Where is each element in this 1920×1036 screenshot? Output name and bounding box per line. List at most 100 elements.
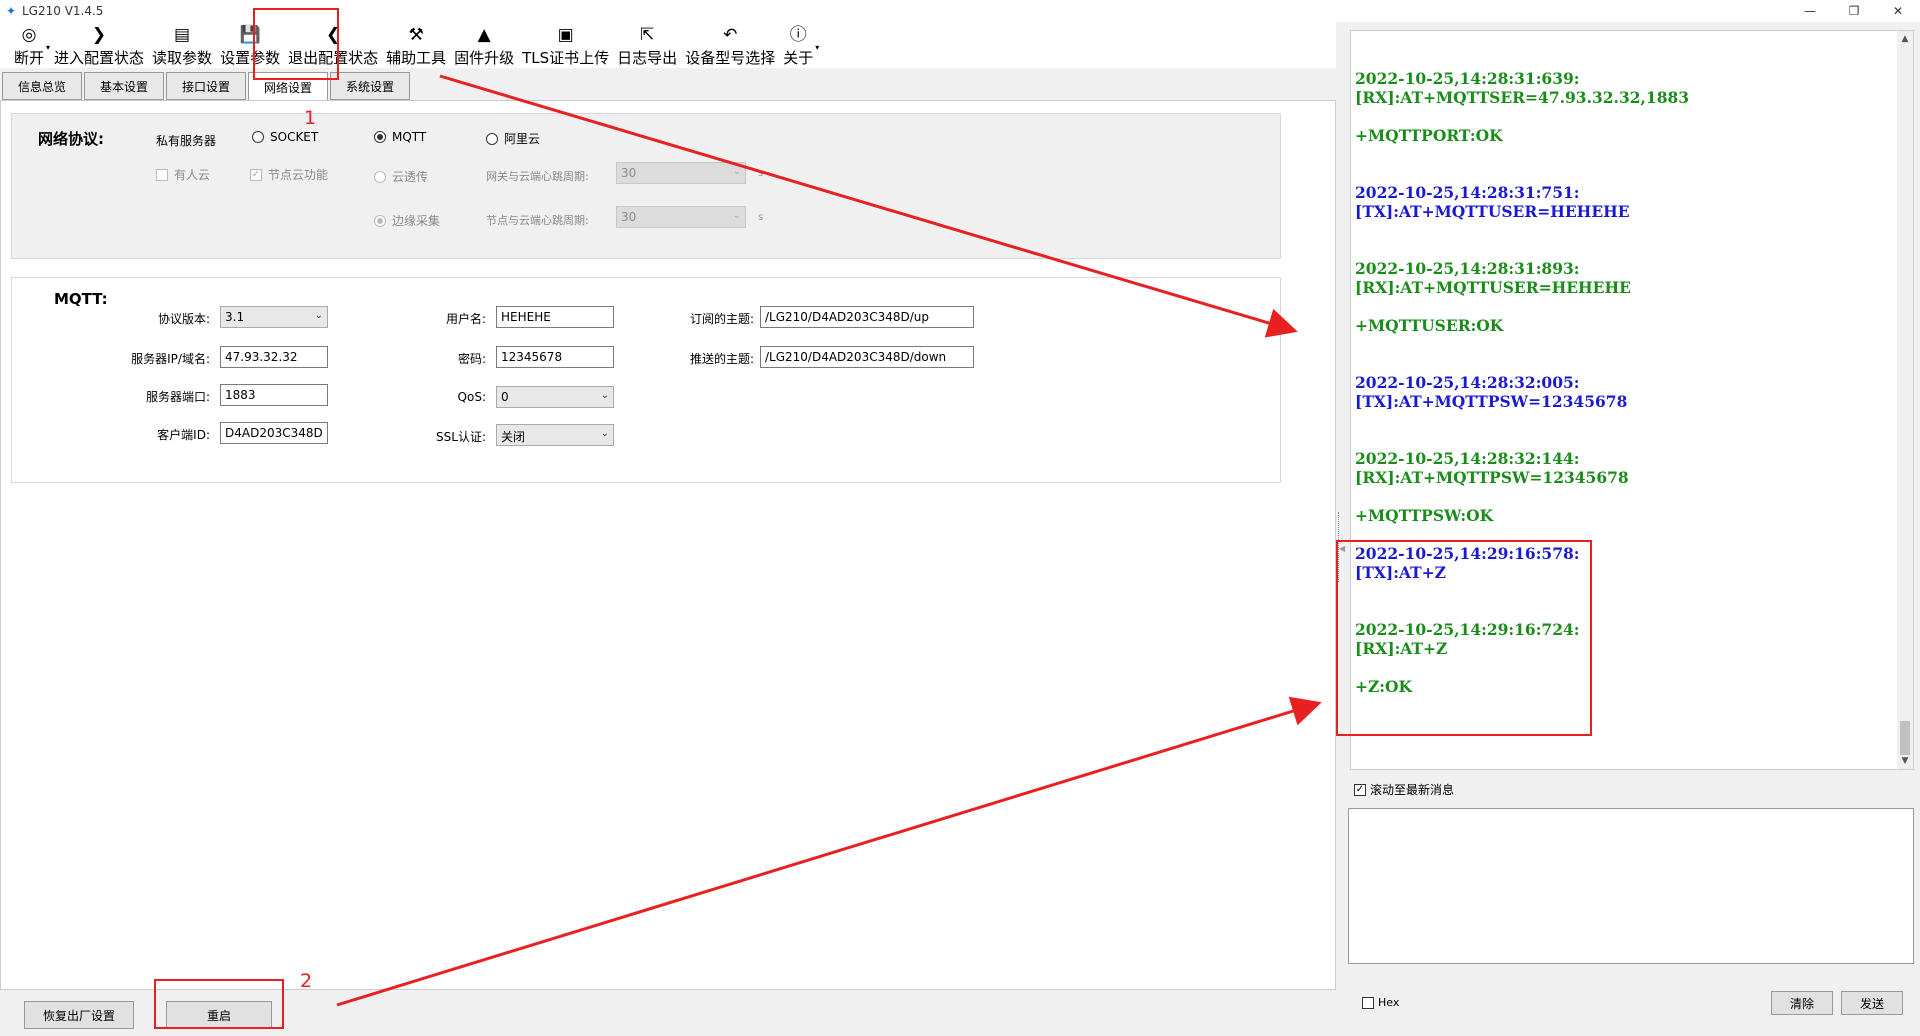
subscribe-topic-label: 订阅的主题: — [689, 312, 754, 326]
server-address-label: 服务器IP/域名: — [131, 352, 210, 366]
autoscroll-box: ✓ — [1354, 783, 1366, 796]
mqtt-label: MQTT — [392, 130, 427, 144]
log-timestamp: 2022-10-25,14:28:32:005: — [1355, 373, 1580, 392]
publish-topic-input[interactable]: /LG210/D4AD203C348D/down — [760, 346, 974, 368]
tools-label: 辅助工具 — [386, 49, 447, 67]
mqtt-radio[interactable]: MQTT — [374, 130, 426, 144]
client-id-input[interactable]: D4AD203C348D — [220, 422, 328, 444]
node-heartbeat-unit: s — [758, 212, 764, 223]
password-value: 12345678 — [501, 350, 563, 364]
log-entry: 2022-10-25,14:28:31:893: [RX]:AT+MQTTUSE… — [1355, 259, 1895, 335]
autoscroll-label: 滚动至最新消息 — [1370, 783, 1455, 797]
log-message: [RX]:AT+MQTTUSER=HEHEHE — [1355, 278, 1631, 297]
tab-basic-settings[interactable]: 基本设置 — [84, 72, 164, 100]
mqtt-title: MQTT: — [54, 290, 108, 308]
client-id-label: 客户端ID: — [157, 428, 210, 442]
about-button[interactable]: ⓘ 关于 — [779, 22, 817, 68]
annotation-box-set-params — [253, 8, 339, 80]
log-scrollbar[interactable]: ▲ ▼ — [1897, 31, 1913, 769]
password-input[interactable]: 12345678 — [496, 346, 614, 368]
socket-radio[interactable]: SOCKET — [252, 130, 318, 144]
close-icon[interactable]: ✕ — [1876, 0, 1920, 22]
edge-collect-radio[interactable]: 边缘采集 — [374, 212, 440, 229]
scroll-thumb[interactable] — [1900, 721, 1910, 755]
firmware-upgrade-button[interactable]: ▲ 固件升级 — [450, 22, 518, 68]
log-response: +MQTTPORT:OK — [1355, 126, 1503, 145]
youren-cloud-box — [156, 168, 168, 181]
chevron-down-icon: ⌄ — [732, 210, 741, 221]
subscribe-topic-input[interactable]: /LG210/D4AD203C348D/up — [760, 306, 974, 328]
youren-cloud-checkbox[interactable]: 有人云 — [156, 166, 210, 183]
hex-checkbox[interactable]: Hex — [1362, 996, 1399, 1009]
disconnect-button[interactable]: ◎ 断开 — [10, 22, 48, 68]
node-heartbeat-value: 30 — [621, 210, 637, 224]
send-button[interactable]: 发送 — [1841, 991, 1903, 1015]
app-icon: ✦ — [5, 4, 17, 18]
annotation-label-2: 2 — [300, 970, 313, 992]
node-cloud-checkbox[interactable]: ✓ 节点云功能 — [250, 166, 328, 183]
ssl-select[interactable]: 关闭 ⌄ — [496, 424, 614, 446]
node-heartbeat-select[interactable]: 30 ⌄ — [616, 206, 746, 228]
log-message: [TX]:AT+MQTTUSER=HEHEHE — [1355, 202, 1630, 221]
server-port-input[interactable]: 1883 — [220, 384, 328, 406]
tab-bar: 信息总览 基本设置 接口设置 网络设置 系统设置 — [2, 72, 412, 102]
gateway-heartbeat-value: 30 — [621, 166, 637, 180]
tools-button[interactable]: ⚒ 辅助工具 — [382, 22, 450, 68]
minimize-icon[interactable]: — — [1788, 0, 1832, 22]
protocol-version-select[interactable]: 3.1 ⌄ — [220, 306, 328, 328]
enter-config-button[interactable]: ❯ 进入配置状态 — [50, 22, 148, 68]
certificate-icon: ▣ — [557, 25, 574, 45]
qos-value: 0 — [501, 390, 509, 404]
username-input[interactable]: HEHEHE — [496, 306, 614, 328]
log-export-button[interactable]: ⇱ 日志导出 — [613, 22, 681, 68]
edge-collect-label: 边缘采集 — [392, 214, 441, 228]
undo-icon: ↶ — [723, 25, 738, 45]
log-response: +MQTTUSER:OK — [1355, 316, 1504, 335]
qos-label: QoS: — [457, 390, 486, 404]
subscribe-topic-value: /LG210/D4AD203C348D/up — [765, 310, 929, 324]
tab-interface-settings[interactable]: 接口设置 — [166, 72, 246, 100]
scroll-up-icon[interactable]: ▲ — [1897, 31, 1913, 47]
hex-label: Hex — [1378, 996, 1400, 1009]
about-dropdown-icon[interactable]: ▾ — [815, 43, 819, 52]
enter-config-label: 进入配置状态 — [54, 49, 145, 67]
log-entry: 2022-10-25,14:28:32:144: [RX]:AT+MQTTPSW… — [1355, 449, 1895, 525]
tls-upload-button[interactable]: ▣ TLS证书上传 — [518, 22, 613, 68]
log-entry: 2022-10-25,14:28:32:005: [TX]:AT+MQTTPSW… — [1355, 373, 1895, 411]
protocol-version-value: 3.1 — [225, 310, 245, 324]
log-message: [RX]:AT+MQTTSER=47.93.32.32,1883 — [1355, 88, 1690, 107]
tab-system-settings[interactable]: 系统设置 — [330, 72, 410, 100]
server-address-input[interactable]: 47.93.32.32 — [220, 346, 328, 368]
disconnect-label: 断开 — [14, 49, 45, 67]
gateway-heartbeat-label: 网关与云端心跳周期: — [486, 170, 589, 183]
cloud-transparent-radio[interactable]: 云透传 — [374, 168, 428, 185]
gateway-heartbeat-select[interactable]: 30 ⌄ — [616, 162, 746, 184]
network-settings-panel: 网络协议: 私有服务器 SOCKET MQTT 阿里云 有人云 ✓ 节点云功能 … — [0, 100, 1336, 990]
aliyun-radio-circle — [486, 132, 498, 145]
read-params-button[interactable]: ▤ 读取参数 — [148, 22, 216, 68]
device-model-button[interactable]: ↶ 设备型号选择 — [681, 22, 779, 68]
username-value: HEHEHE — [501, 310, 551, 324]
chevron-right-icon: ❯ — [91, 25, 107, 45]
qos-select[interactable]: 0 ⌄ — [496, 386, 614, 408]
tab-overview[interactable]: 信息总览 — [2, 72, 82, 100]
window-controls: — ❐ ✕ — [1788, 0, 1920, 22]
aliyun-radio[interactable]: 阿里云 — [486, 130, 540, 147]
export-icon: ⇱ — [640, 25, 655, 45]
scroll-down-icon[interactable]: ▼ — [1897, 753, 1913, 769]
restore-icon[interactable]: ❐ — [1832, 0, 1876, 22]
toolbar: ◎ 断开 ▾ ❯ 进入配置状态 ▤ 读取参数 💾 设置参数 ❮ 退出配置状态 ⚒… — [0, 22, 1340, 68]
autoscroll-checkbox[interactable]: ✓ 滚动至最新消息 — [1354, 781, 1454, 798]
aliyun-label: 阿里云 — [504, 132, 541, 146]
send-input[interactable] — [1348, 808, 1914, 964]
clear-button[interactable]: 清除 — [1771, 991, 1833, 1015]
mqtt-group: MQTT: 协议版本: 3.1 ⌄ 服务器IP/域名: 47.93.32.32 … — [11, 277, 1281, 483]
log-response: +MQTTPSW:OK — [1355, 506, 1494, 525]
log-entry: 2022-10-25,14:28:31:639: [RX]:AT+MQTTSER… — [1355, 69, 1895, 145]
node-heartbeat-label: 节点与云端心跳周期: — [486, 214, 589, 227]
rocket-icon: ▲ — [477, 25, 491, 45]
disconnect-icon: ◎ — [21, 25, 37, 45]
factory-reset-button[interactable]: 恢复出厂设置 — [24, 1001, 134, 1029]
log-timestamp: 2022-10-25,14:28:31:893: — [1355, 259, 1580, 278]
firmware-upgrade-label: 固件升级 — [454, 49, 515, 67]
